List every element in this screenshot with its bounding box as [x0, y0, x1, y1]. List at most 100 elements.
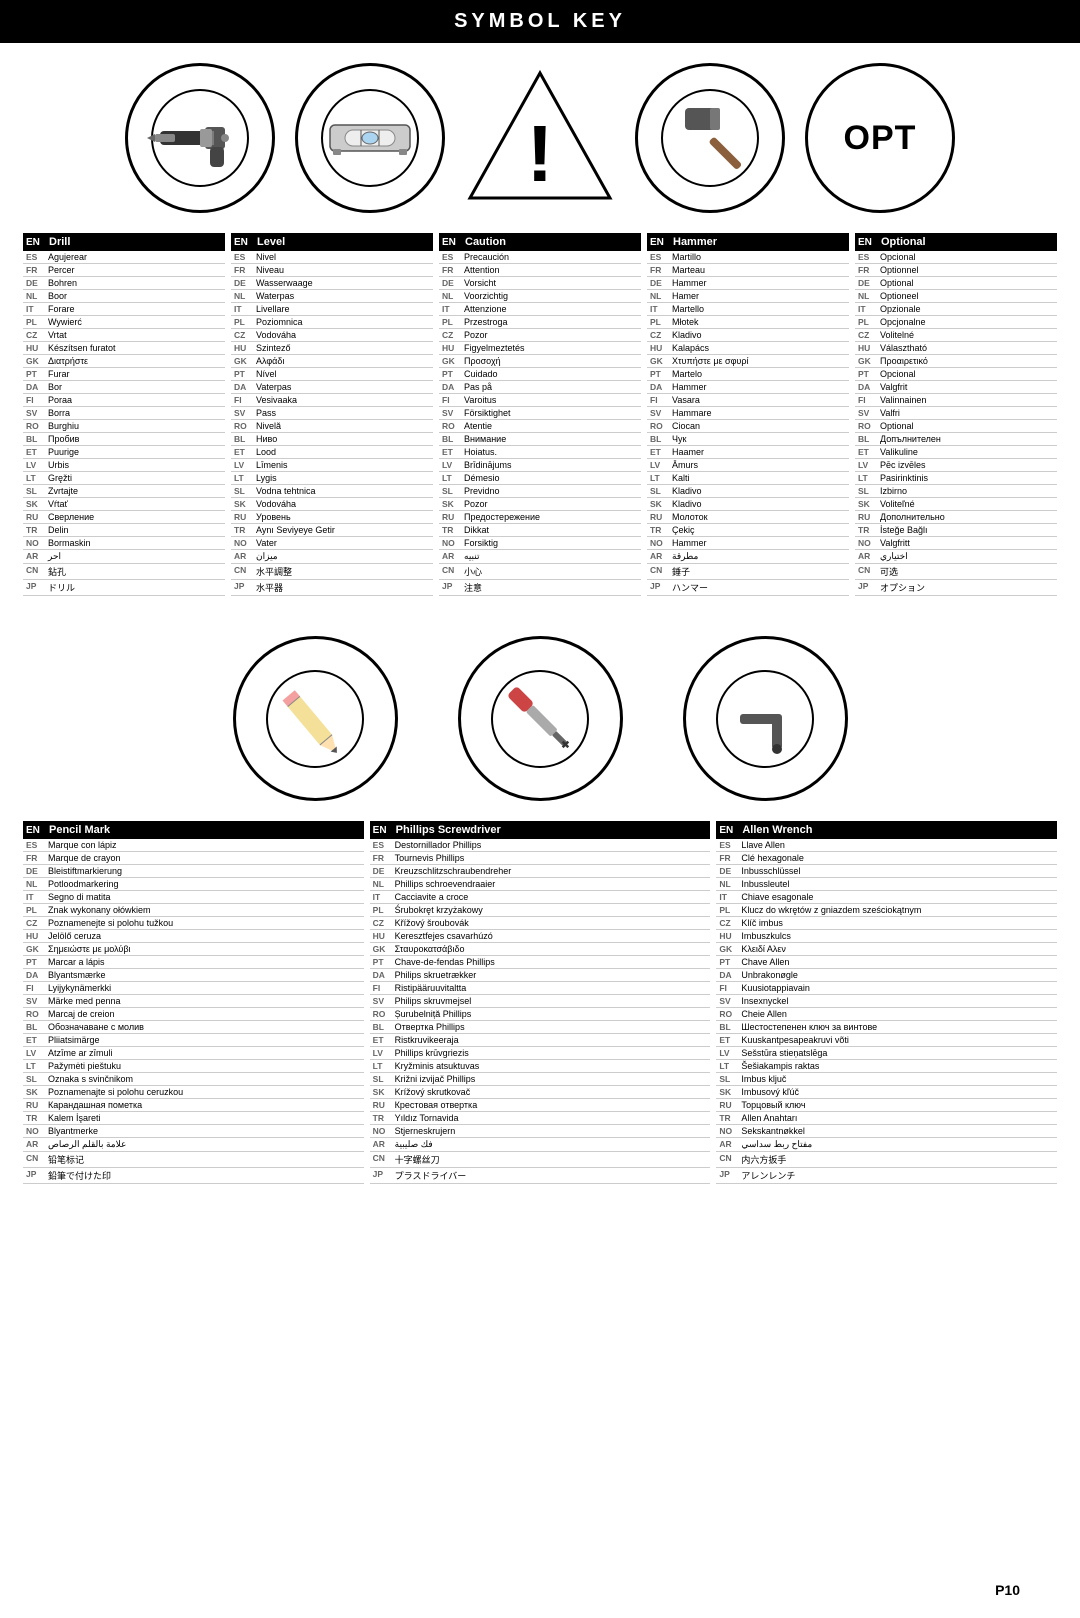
table-row: DAPhilips skruetrækker [370, 969, 711, 982]
table-row: GKΠροσοχή [439, 355, 641, 368]
table-row: SKPoznamenajte si polohu ceruzkou [23, 1086, 364, 1099]
page-number: P10 [995, 1582, 1020, 1598]
table-row: PTOpcional [855, 368, 1057, 381]
table-row: NOSekskantnøkkel [716, 1125, 1057, 1138]
table-row: GKΔιατρήστε [23, 355, 225, 368]
table-row: ARاختياري [855, 550, 1057, 564]
table-row: LVBrīdinājums [439, 459, 641, 472]
table-row: ARفك صليبية [370, 1138, 711, 1152]
table-row: RUТорцовый ключ [716, 1099, 1057, 1112]
drill-icon [145, 83, 255, 193]
table-row: DABlyantsmærke [23, 969, 364, 982]
table-row: CZVodováha [231, 329, 433, 342]
table-row: SVBorra [23, 407, 225, 420]
table-row: ESMartillo [647, 251, 849, 264]
table-row: DEInbusschlüssel [716, 865, 1057, 878]
table-row: CZKlíč imbus [716, 917, 1057, 930]
table-row: ROMarcaj de creion [23, 1008, 364, 1021]
table-caution: ENCautionESPrecauciónFRAttentionDEVorsic… [439, 233, 641, 596]
table-row: LVSešstūra stieņatslēga [716, 1047, 1057, 1060]
table-row: SLZvrtajte [23, 485, 225, 498]
table-row: SKKladivo [647, 498, 849, 511]
table-row: SVPass [231, 407, 433, 420]
table-row: NOHammer [647, 537, 849, 550]
table-row: TRYıldız Tornavida [370, 1112, 711, 1125]
table-row: GKΧτυπήστε με σφυρί [647, 355, 849, 368]
table-row: RONivelă [231, 420, 433, 433]
table-row: NLPotloodmarkering [23, 878, 364, 891]
table-row: JP水平器 [231, 580, 433, 596]
table-row: LTLygis [231, 472, 433, 485]
table-row: SVHammare [647, 407, 849, 420]
table-row: NLPhillips schroevendraaier [370, 878, 711, 891]
table-row: PLOpcjonalne [855, 316, 1057, 329]
table-row: SKImbusový kľúč [716, 1086, 1057, 1099]
table-row: DEVorsicht [439, 277, 641, 290]
page-footer: P10 [965, 1572, 1050, 1608]
table-row: JP鉛筆で付けた印 [23, 1168, 364, 1184]
table-row: ITMartello [647, 303, 849, 316]
level-symbol [295, 63, 445, 213]
table-row: FRMarteau [647, 264, 849, 277]
table-row: DEWasserwaage [231, 277, 433, 290]
table-row: LVLīmenis [231, 459, 433, 472]
table-row: BLОтвертка Phillips [370, 1021, 711, 1034]
table-row: RUСверление [23, 511, 225, 524]
table-row: DEHammer [647, 277, 849, 290]
table-row: ESNivel [231, 251, 433, 264]
table-row: FIKuusiotappiavain [716, 982, 1057, 995]
table-row: ETLood [231, 446, 433, 459]
table-row: LVĀmurs [647, 459, 849, 472]
table-row: BLЧук [647, 433, 849, 446]
table-row: FROptionnel [855, 264, 1057, 277]
table-row: JPプラスドライバー [370, 1168, 711, 1184]
table-row: CN水平調整 [231, 564, 433, 580]
table-row: JPオプション [855, 580, 1057, 596]
tables-row-bottom: ENPencil MarkESMarque con lápizFRMarque … [0, 821, 1080, 1184]
table-row: ROBurghiu [23, 420, 225, 433]
table-row: SVPhilips skruvmejsel [370, 995, 711, 1008]
table-row: FRAttention [439, 264, 641, 277]
table-row: FRClé hexagonale [716, 852, 1057, 865]
table-row: FIVaroitus [439, 394, 641, 407]
svg-text:!: ! [527, 109, 554, 198]
table-hammer: ENHammerESMartilloFRMarteauDEHammerNLHam… [647, 233, 849, 596]
table-row: ETPliiatsimärge [23, 1034, 364, 1047]
caution-symbol: ! [465, 63, 615, 213]
table-row: TRKalem İşareti [23, 1112, 364, 1125]
table-row: DEKreuzschlitzschraubendreher [370, 865, 711, 878]
table-row: FRPercer [23, 264, 225, 277]
table-row: PLPoziomnica [231, 316, 433, 329]
table-row: CZPozor [439, 329, 641, 342]
table-row: TRAynı Seviyeye Getir [231, 524, 433, 537]
table-row: PLPrzestroga [439, 316, 641, 329]
table-row: ESDestornillador Phillips [370, 839, 711, 852]
table-row: HUImbuszkulcs [716, 930, 1057, 943]
table-row: ARميزان [231, 550, 433, 564]
table-row: ETRistkruvikeeraja [370, 1034, 711, 1047]
table-allen: ENAllen WrenchESLlave AllenFRClé hexagon… [716, 821, 1057, 1184]
table-row: SKVodováha [231, 498, 433, 511]
table-row: DAHammer [647, 381, 849, 394]
table-row: CN錘子 [647, 564, 849, 580]
table-row: LVUrbis [23, 459, 225, 472]
table-row: RUПредостережение [439, 511, 641, 524]
table-pencil: ENPencil MarkESMarque con lápizFRMarque … [23, 821, 364, 1184]
table-row: HUVálasztható [855, 342, 1057, 355]
table-row: CZKřížový šroubovák [370, 917, 711, 930]
page-title: SYMBOL KEY [454, 10, 626, 32]
table-level: ENLevelESNivelFRNiveauDEWasserwaageNLWat… [231, 233, 433, 596]
table-row: SKKrížový skrutkovač [370, 1086, 711, 1099]
table-row: LTKryžminis atsuktuvas [370, 1060, 711, 1073]
pencil-symbol [233, 636, 398, 801]
table-row: SLIzbirno [855, 485, 1057, 498]
table-row: DAUnbrakonøgle [716, 969, 1057, 982]
table-row: SVValfri [855, 407, 1057, 420]
table-row: RUДополнительно [855, 511, 1057, 524]
table-row: ARاحر [23, 550, 225, 564]
table-phillips: ENPhillips ScrewdriverESDestornillador P… [370, 821, 711, 1184]
table-row: TRDelin [23, 524, 225, 537]
table-row: LVPēc izvēles [855, 459, 1057, 472]
table-row: ITChiave esagonale [716, 891, 1057, 904]
table-row: GKΣημειώστε με μολύβι [23, 943, 364, 956]
